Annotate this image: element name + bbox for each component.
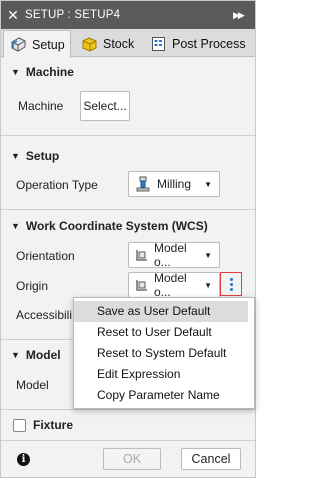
orientation-label: Orientation — [16, 249, 75, 263]
panel-title: SETUP : SETUP4 — [25, 9, 121, 21]
post-process-icon — [150, 36, 167, 52]
orientation-dropdown[interactable]: Model o... ▼ — [128, 241, 220, 269]
tab-stock[interactable]: Stock — [75, 30, 141, 57]
origin-value: Model o... — [154, 271, 187, 299]
model-orientation-icon — [135, 248, 149, 262]
tab-post-process[interactable]: Post Process — [144, 30, 254, 57]
fixture-label: Fixture — [33, 418, 74, 432]
divider — [1, 135, 255, 136]
origin-dropdown[interactable]: Model o... ▼ — [128, 271, 220, 299]
menu-item-reset-to-system-default[interactable]: Reset to System Default — [74, 343, 254, 364]
setup-icon — [10, 36, 27, 53]
menu-item-save-as-user-default[interactable]: Save as User Default — [74, 301, 248, 322]
fixture-checkbox[interactable] — [13, 418, 26, 432]
operation-type-dropdown[interactable]: Milling ▼ — [128, 171, 220, 197]
machine-section-header[interactable]: ▼ Machine — [11, 65, 74, 79]
model-section-header[interactable]: ▼ Model — [11, 348, 61, 362]
divider — [1, 440, 255, 441]
stock-icon — [81, 36, 98, 52]
menu-item-edit-expression[interactable]: Edit Expression — [74, 364, 254, 385]
divider — [1, 209, 255, 210]
collapse-triangle-icon: ▼ — [11, 151, 20, 161]
ok-button[interactable]: OK — [103, 448, 161, 470]
setup-header-label: Setup — [25, 149, 60, 163]
close-icon[interactable]: ✕ — [1, 1, 25, 29]
fixture-toggle[interactable]: Fixture — [13, 418, 73, 432]
chevron-down-icon: ▼ — [204, 179, 212, 189]
model-origin-icon — [135, 278, 149, 292]
more-options-icon[interactable] — [220, 272, 242, 296]
collapse-triangle-icon: ▼ — [11, 67, 20, 77]
milling-icon — [135, 176, 151, 192]
info-icon[interactable]: i — [17, 453, 30, 466]
orientation-value: Model o... — [154, 241, 187, 269]
machine-header-label: Machine — [25, 65, 74, 79]
setup-section-header[interactable]: ▼ Setup — [11, 149, 59, 163]
divider — [1, 409, 255, 410]
title-bar: ✕ SETUP : SETUP4 ▶▶ — [1, 1, 255, 29]
cancel-button[interactable]: Cancel — [181, 448, 241, 470]
operation-type-value: Milling — [157, 177, 192, 191]
model-header-label: Model — [25, 348, 61, 362]
tab-setup[interactable]: Setup — [3, 30, 71, 58]
tab-setup-label: Setup — [32, 37, 65, 52]
chevron-down-icon: ▼ — [204, 250, 212, 260]
wcs-section-header[interactable]: ▼ Work Coordinate System (WCS) — [11, 219, 208, 233]
wcs-header-label: Work Coordinate System (WCS) — [25, 219, 208, 233]
collapse-triangle-icon: ▼ — [11, 350, 20, 360]
context-menu: Save as User Default Reset to User Defau… — [73, 297, 255, 409]
collapse-triangle-icon: ▼ — [11, 221, 20, 231]
tab-stock-label: Stock — [103, 36, 135, 51]
machine-select-button[interactable]: Select... — [80, 91, 130, 121]
model-label: Model — [16, 378, 49, 392]
accessibility-label: Accessibili — [16, 308, 73, 322]
operation-type-label: Operation Type — [16, 178, 98, 192]
expand-icon[interactable]: ▶▶ — [233, 10, 255, 21]
tab-post-process-label: Post Process — [172, 36, 246, 51]
tab-bar: Setup Stock Post Process — [1, 29, 255, 58]
menu-item-copy-parameter-name[interactable]: Copy Parameter Name — [74, 385, 254, 406]
origin-label: Origin — [16, 279, 49, 293]
machine-label: Machine — [18, 99, 64, 113]
menu-item-reset-to-user-default[interactable]: Reset to User Default — [74, 322, 254, 343]
chevron-down-icon: ▼ — [204, 280, 212, 290]
